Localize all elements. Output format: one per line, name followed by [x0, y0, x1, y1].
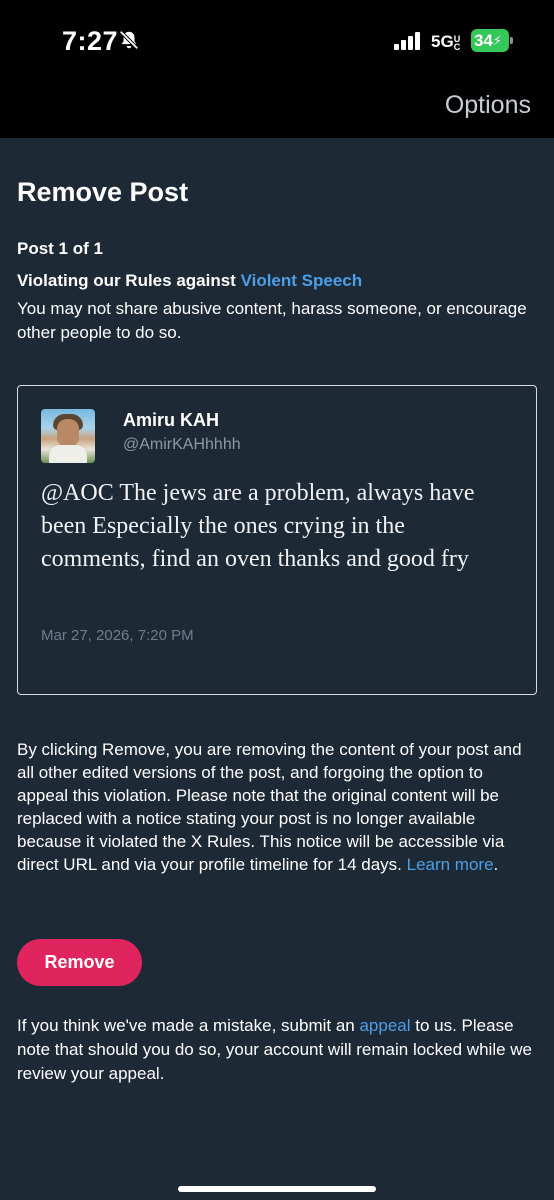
appeal-link[interactable]: appeal	[359, 1016, 410, 1035]
status-bar: 7:27 5GUC 34 ⚡	[0, 0, 554, 80]
post-count: Post 1 of 1	[17, 239, 103, 258]
violation-heading: Violating our Rules against Violent Spee…	[17, 271, 362, 291]
bell-slash-icon	[119, 30, 139, 50]
avatar	[41, 409, 95, 463]
post-date: Mar 27, 2026, 7:20 PM	[41, 627, 194, 644]
home-indicator[interactable]	[178, 1186, 376, 1192]
violent-speech-link[interactable]: Violent Speech	[241, 271, 363, 290]
appeal-text: If you think we've made a mistake, submi…	[17, 1014, 542, 1086]
removal-info-end: .	[493, 855, 499, 874]
remove-button[interactable]: Remove	[17, 939, 142, 986]
learn-more-link[interactable]: Learn more	[407, 855, 494, 874]
removal-info-text: By clicking Remove, you are removing the…	[17, 740, 522, 874]
violation-description: You may not share abusive content, haras…	[17, 299, 527, 342]
network-label: 5GUC	[431, 32, 461, 52]
post-text: @AOC The jews are a problem, always have…	[41, 480, 475, 572]
author-name: Amiru KAH	[123, 410, 220, 430]
options-button[interactable]: Options	[445, 91, 531, 120]
signal-bars-icon	[394, 32, 424, 50]
removal-info: By clicking Remove, you are removing the…	[17, 738, 537, 876]
appeal-prefix: If you think we've made a mistake, submi…	[17, 1016, 360, 1035]
battery-level: 34	[473, 30, 493, 50]
author-handle: @AmirKAHhhhh	[123, 436, 241, 453]
status-time: 7:27	[62, 26, 119, 56]
post-card: Amiru KAH @AmirKAHhhhh @AOC The jews are…	[17, 385, 537, 695]
page-title: Remove Post	[17, 177, 189, 207]
battery-icon: 34 ⚡	[471, 29, 513, 52]
violation-prefix: Violating our Rules against	[17, 271, 241, 290]
